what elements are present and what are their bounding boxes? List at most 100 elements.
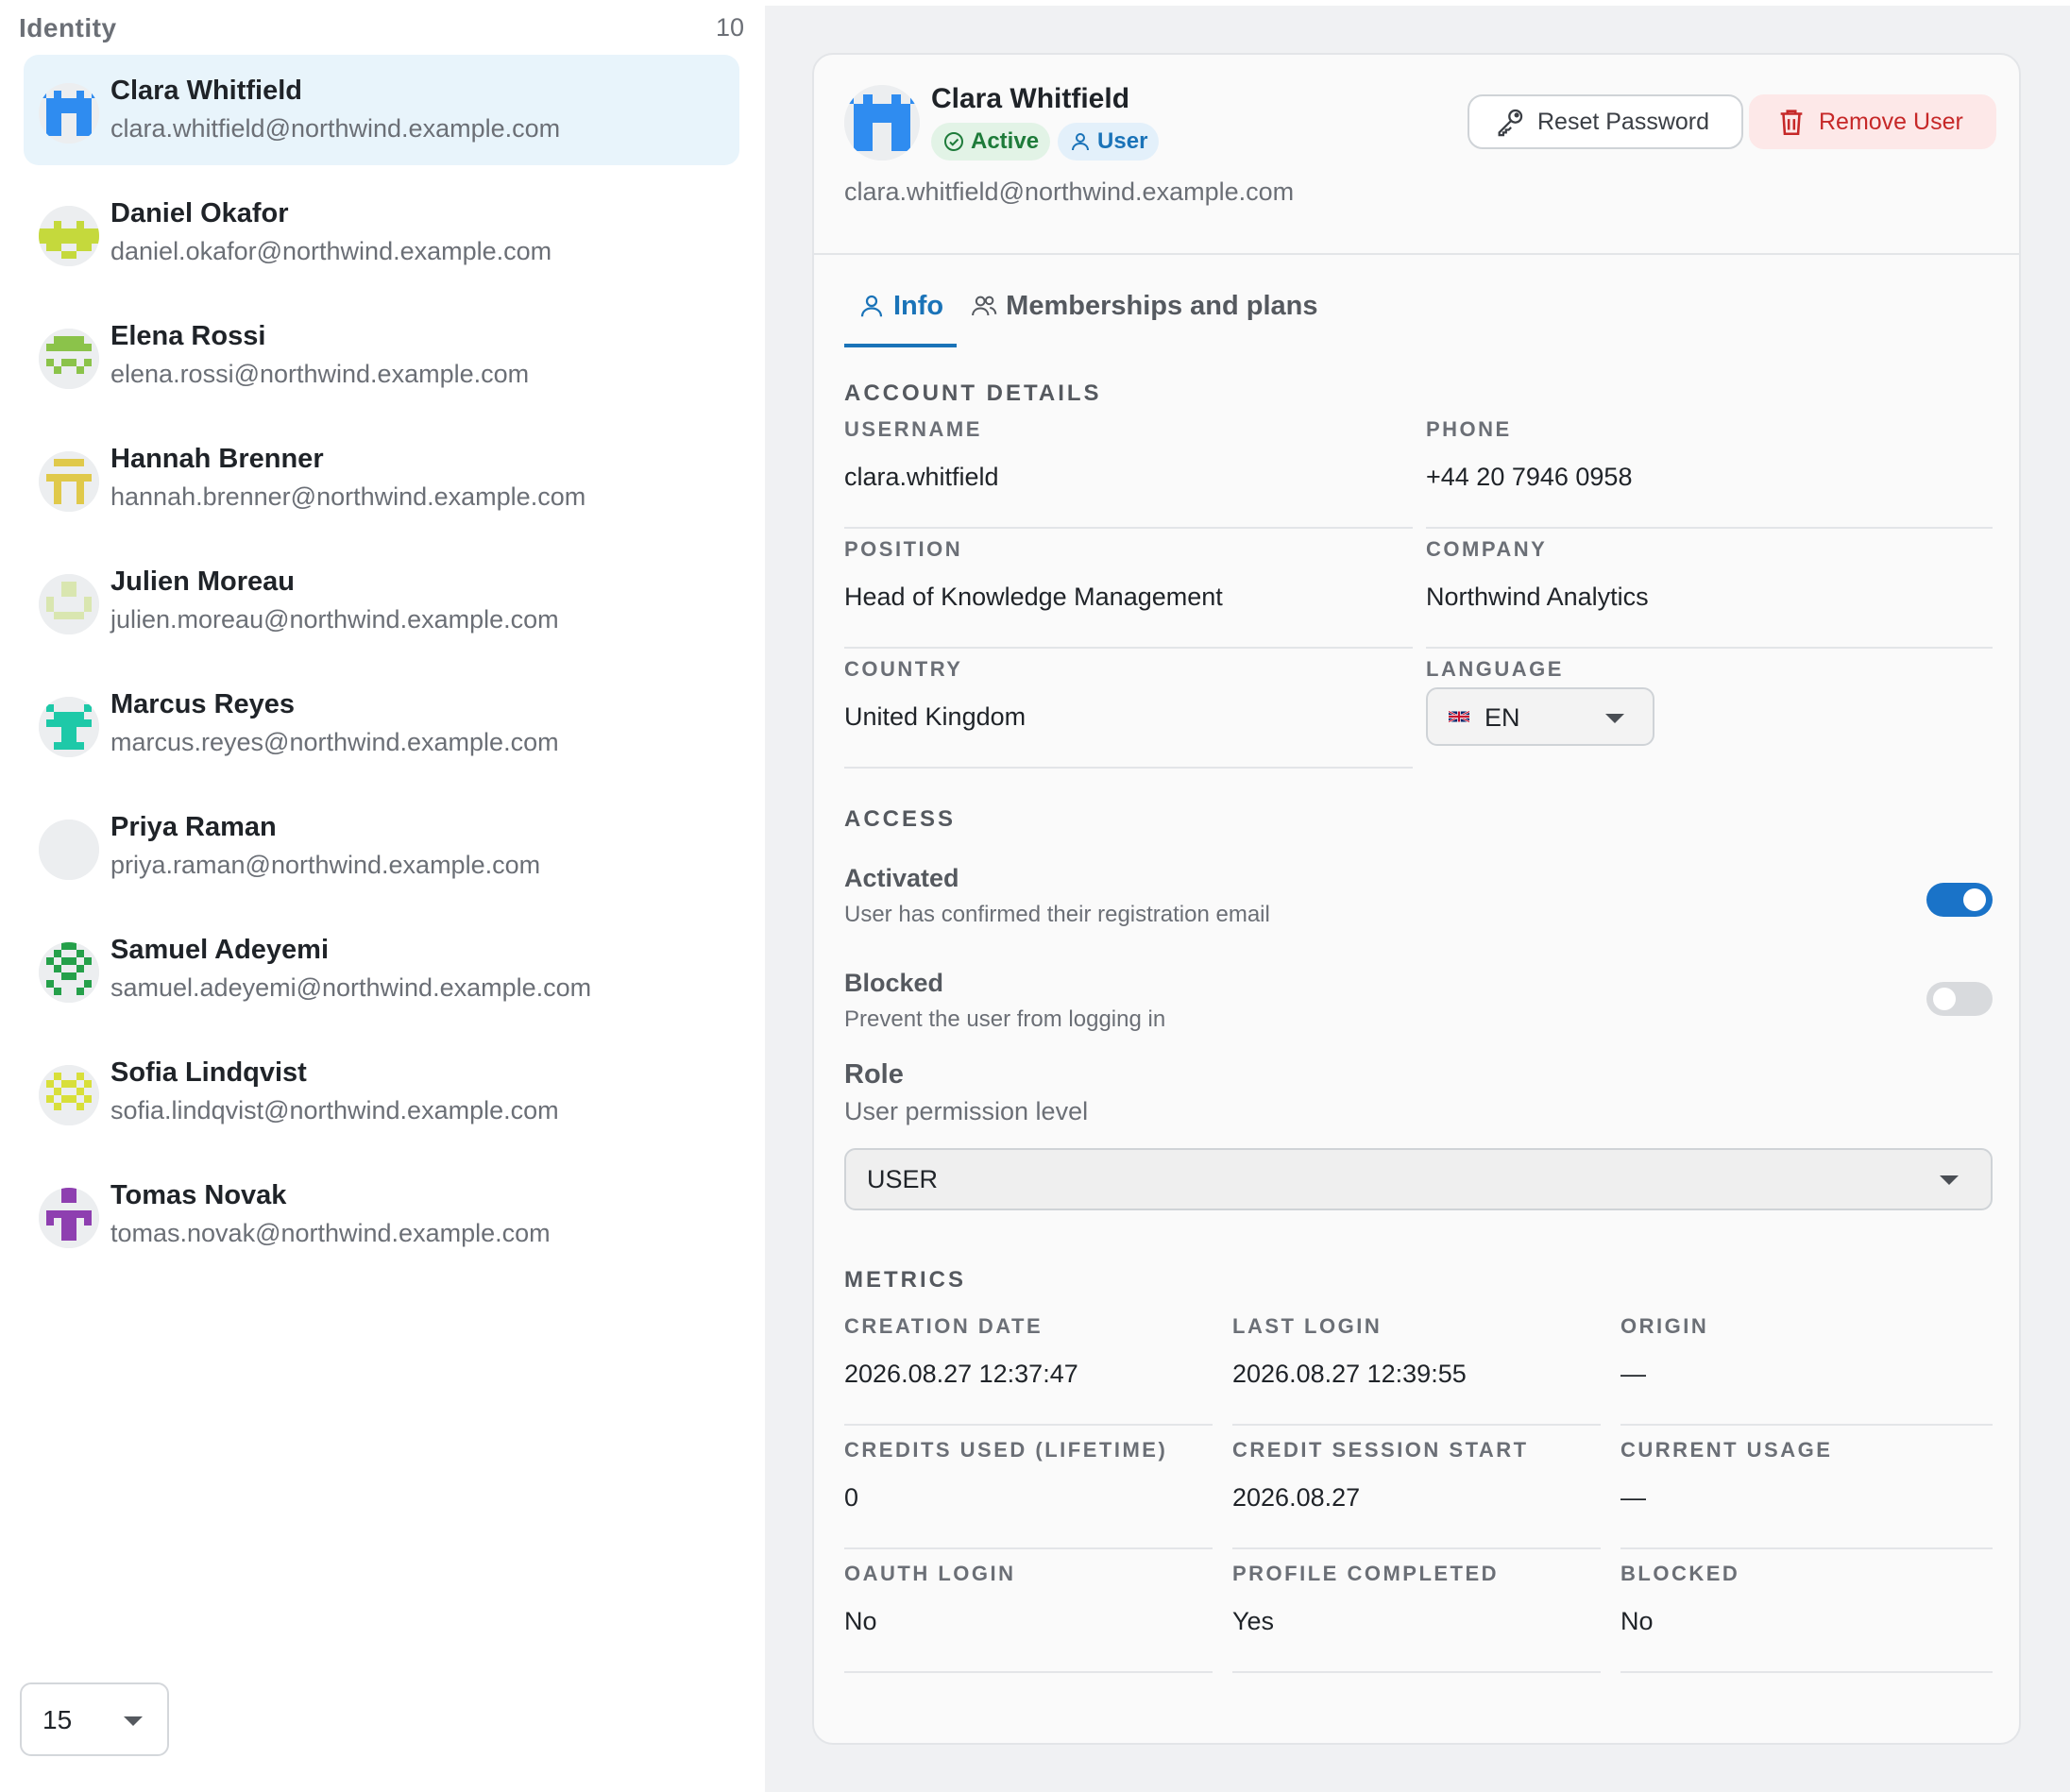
chevron-down-icon	[1605, 714, 1624, 723]
oauth-login-label: OAUTH LOGIN	[844, 1562, 1016, 1585]
page-size-select[interactable]: 15	[20, 1682, 169, 1756]
avatar	[39, 451, 99, 512]
country-value: United Kingdom	[844, 702, 1027, 731]
position-label: POSITION	[844, 537, 963, 561]
username-value: clara.whitfield	[844, 463, 999, 491]
reset-password-label: Reset Password	[1537, 108, 1710, 135]
user-list-sidebar: Identity 10 Clara Whitfield clara.whitfie…	[0, 0, 763, 1792]
user-name: Julien Moreau	[110, 566, 295, 597]
user-name: Hannah Brenner	[110, 444, 324, 474]
creation-date-field: CREATION DATE 2026.08.27 12:37:47	[844, 1314, 1213, 1426]
user-header: Clara Whitfield Active User clara.whitfi…	[814, 55, 2019, 255]
identicon-icon	[39, 697, 99, 757]
avatar	[39, 1188, 99, 1248]
identicon-icon	[39, 206, 99, 266]
blocked-title: Blocked	[844, 969, 944, 997]
credits-used-field: CREDITS USED (LIFETIME) 0	[844, 1438, 1213, 1549]
identicon-icon	[844, 85, 920, 161]
user-list-item[interactable]: Marcus Reyes marcus.reyes@northwind.examp…	[24, 668, 739, 779]
identicon-icon	[39, 574, 99, 634]
language-value: EN	[1485, 703, 1520, 732]
blocked-toggle[interactable]	[1926, 982, 1993, 1016]
activated-toggle[interactable]	[1926, 883, 1993, 917]
origin-label: ORIGIN	[1620, 1314, 1709, 1338]
blocked-description: Prevent the user from logging in	[844, 1006, 1166, 1032]
role-value: USER	[867, 1165, 939, 1193]
uk-flag-icon	[1449, 710, 1469, 723]
user-list-item[interactable]: Priya Raman priya.raman@northwind.example…	[24, 791, 739, 902]
user-email: tomas.novak@northwind.example.com	[110, 1219, 551, 1247]
profile-completed-value: Yes	[1232, 1607, 1275, 1635]
last-login-field: LAST LOGIN 2026.08.27 12:39:55	[1232, 1314, 1601, 1426]
language-label: LANGUAGE	[1426, 657, 1564, 681]
account-details-heading: ACCOUNT DETAILS	[844, 380, 1102, 406]
sidebar-header: Identity 10	[19, 13, 744, 51]
status-badge: Active	[931, 123, 1051, 161]
trash-icon	[1780, 110, 1803, 136]
reset-password-button[interactable]: Reset Password	[1468, 94, 1743, 149]
chevron-down-icon	[1940, 1175, 1959, 1185]
users-icon	[972, 296, 997, 316]
chevron-down-icon	[124, 1716, 143, 1726]
user-list-item[interactable]: Clara Whitfield clara.whitfield@northwind…	[24, 55, 739, 165]
user-icon	[860, 295, 883, 317]
credits-used-value: 0	[844, 1483, 859, 1512]
role-title: Role	[844, 1059, 904, 1090]
role-select[interactable]: USER	[844, 1148, 1993, 1210]
user-email: clara.whitfield@northwind.example.com	[110, 114, 561, 143]
current-usage-field: CURRENT USAGE —	[1620, 1438, 1993, 1549]
blocked-toggle-row: Blocked Prevent the user from logging in	[844, 969, 1993, 1044]
language-select[interactable]: EN	[1426, 687, 1654, 746]
user-name: Samuel Adeyemi	[110, 935, 330, 965]
detail-tabs: Info Memberships and plans	[844, 268, 1332, 347]
user-name: Marcus Reyes	[110, 689, 296, 719]
activated-title: Activated	[844, 864, 959, 892]
user-email: elena.rossi@northwind.example.com	[110, 360, 530, 388]
user-list-item[interactable]: Samuel Adeyemi samuel.adeyemi@northwind.e…	[24, 914, 739, 1024]
access-heading: ACCESS	[844, 806, 957, 832]
profile-completed-label: PROFILE COMPLETED	[1232, 1562, 1500, 1585]
user-name: Clara Whitfield	[931, 83, 1130, 114]
credit-session-label: CREDIT SESSION START	[1232, 1438, 1529, 1462]
user-list-item[interactable]: Tomas Novak tomas.novak@northwind.example…	[24, 1159, 739, 1270]
user-list-item[interactable]: Elena Rossi elena.rossi@northwind.example…	[24, 300, 739, 411]
activated-description: User has confirmed their registration em…	[844, 902, 1270, 927]
phone-field: PHONE +44 20 7946 0958	[1426, 417, 1993, 529]
role-badge-label: User	[1097, 128, 1148, 154]
remove-user-button[interactable]: Remove User	[1749, 94, 1996, 149]
identicon-icon	[39, 1188, 99, 1248]
last-login-label: LAST LOGIN	[1232, 1314, 1383, 1338]
user-email: marcus.reyes@northwind.example.com	[110, 728, 559, 756]
user-list-item[interactable]: Hannah Brenner hannah.brenner@northwind.e…	[24, 423, 739, 533]
toggle-knob	[1963, 888, 1986, 911]
tab-memberships[interactable]: Memberships and plans	[957, 268, 1331, 344]
user-name: Tomas Novak	[110, 1180, 287, 1210]
user-list-item[interactable]: Daniel Okafor daniel.okafor@northwind.exa…	[24, 178, 739, 288]
credit-session-field: CREDIT SESSION START 2026.08.27	[1232, 1438, 1601, 1549]
avatar	[39, 942, 99, 1003]
user-email: hannah.brenner@northwind.example.com	[110, 482, 586, 511]
credit-session-value: 2026.08.27	[1232, 1483, 1361, 1512]
identicon-icon	[39, 329, 99, 389]
position-value: Head of Knowledge Management	[844, 583, 1223, 611]
user-list-item[interactable]: Sofia Lindqvist sofia.lindqvist@northwind…	[24, 1037, 739, 1147]
status-badge-label: Active	[971, 128, 1040, 154]
sidebar-title: Identity	[19, 13, 117, 42]
user-email: daniel.okafor@northwind.example.com	[110, 237, 552, 265]
blocked-metric-field: BLOCKED No	[1620, 1562, 1993, 1673]
company-field: COMPANY Northwind Analytics	[1426, 537, 1993, 649]
remove-user-label: Remove User	[1819, 108, 1963, 135]
identicon-icon	[39, 83, 99, 144]
user-list-item[interactable]: Julien Moreau julien.moreau@northwind.exa…	[24, 546, 739, 656]
role-description: User permission level	[844, 1097, 1089, 1125]
avatar	[39, 206, 99, 266]
language-field: LANGUAGE EN	[1426, 657, 1993, 769]
phone-label: PHONE	[1426, 417, 1512, 441]
avatar	[844, 85, 920, 161]
metrics-heading: METRICS	[844, 1267, 966, 1293]
country-field: COUNTRY United Kingdom	[844, 657, 1413, 769]
user-email: sofia.lindqvist@northwind.example.com	[110, 1096, 559, 1124]
tab-memberships-label: Memberships and plans	[1006, 290, 1318, 321]
tab-info[interactable]: Info	[844, 268, 958, 347]
oauth-login-value: No	[844, 1607, 877, 1635]
